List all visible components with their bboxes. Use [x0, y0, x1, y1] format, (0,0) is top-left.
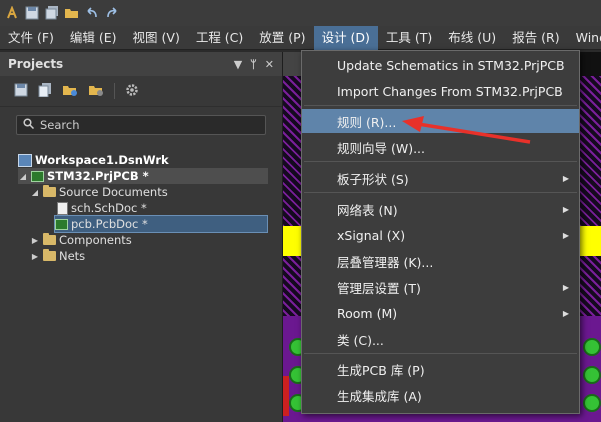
document-tab[interactable] [283, 52, 301, 76]
menu-separator [304, 105, 577, 106]
tree-components[interactable]: ▶ Components [30, 232, 132, 248]
annotation-arrow-icon [402, 116, 531, 144]
tree-project-label: STM32.PrjPCB * [47, 169, 149, 183]
pin-icon[interactable]: ᛘ [250, 58, 257, 71]
menu-make-integrated-library[interactable]: 生成集成库 (A) [302, 383, 579, 407]
search-placeholder: Search [40, 118, 80, 132]
tree-sch-label: sch.SchDoc * [71, 201, 147, 215]
menu-file[interactable]: 文件 (F) [0, 26, 62, 50]
menu-project[interactable]: 工程 (C) [188, 26, 251, 50]
schematic-doc-icon [57, 201, 68, 215]
menu-classes[interactable]: 类 (C)... [302, 327, 579, 351]
toolbar-separator [114, 83, 115, 99]
menu-xsignal[interactable]: xSignal (X) ▶ [302, 223, 579, 247]
pcb-pad [583, 366, 601, 384]
folder-icon [43, 233, 56, 245]
submenu-arrow-icon: ▶ [562, 308, 569, 318]
menu-board-shape[interactable]: 板子形状 (S) ▶ [302, 166, 579, 190]
menu-view[interactable]: 视图 (V) [125, 26, 188, 50]
menu-layer-stack-manager[interactable]: 层叠管理器 (K)... [302, 249, 579, 273]
folder-add-icon[interactable] [62, 83, 78, 100]
submenu-arrow-icon: ▶ [562, 230, 569, 240]
pcb-project-icon [31, 170, 44, 182]
pcb-pad [583, 338, 601, 356]
expand-arrow-icon[interactable]: ◢ [30, 188, 40, 197]
menu-tools[interactable]: 工具 (T) [378, 26, 440, 50]
copy-doc-icon[interactable] [38, 82, 52, 100]
tree-source-documents[interactable]: ◢ Source Documents [30, 184, 168, 200]
menu-import-changes[interactable]: Import Changes From STM32.PrjPCB [302, 79, 579, 103]
menu-room[interactable]: Room (M) ▶ [302, 301, 579, 325]
save-all-icon[interactable] [44, 5, 60, 21]
save-icon[interactable] [24, 5, 40, 21]
collapse-arrow-icon[interactable]: ▶ [30, 236, 40, 245]
save-project-icon[interactable] [14, 83, 28, 100]
folder-icon [43, 249, 56, 261]
panel-title: Projects [8, 57, 64, 71]
panel-menu-icon[interactable]: ▼ [234, 58, 242, 71]
undo-icon[interactable] [84, 5, 100, 21]
panel-header: Projects ▼ ᛘ ✕ [0, 52, 282, 76]
submenu-arrow-icon: ▶ [562, 204, 569, 214]
tree-pcb-label: pcb.PcbDoc * [71, 217, 148, 231]
menu-make-pcb-library[interactable]: 生成PCB 库 (P) [302, 357, 579, 381]
menu-update-schematics[interactable]: Update Schematics in STM32.PrjPCB [302, 53, 579, 77]
menu-route[interactable]: 布线 (U) [440, 26, 504, 50]
menu-separator [304, 353, 577, 354]
expand-arrow-icon[interactable]: ◢ [18, 172, 28, 181]
workspace-icon [18, 153, 32, 167]
tree-workspace-label: Workspace1.DsnWrk [35, 153, 169, 167]
tree-source-label: Source Documents [59, 185, 168, 199]
design-dropdown-menu: Update Schematics in STM32.PrjPCB Import… [301, 50, 580, 414]
collapse-arrow-icon[interactable]: ▶ [30, 252, 40, 261]
menu-separator [304, 192, 577, 193]
menu-design[interactable]: 设计 (D) [313, 25, 378, 50]
tree-nets-label: Nets [59, 249, 86, 263]
tree-pcb-doc[interactable]: pcb.PcbDoc * [54, 215, 268, 233]
projects-panel: Projects ▼ ᛘ ✕ Search Workspace1.DsnWrk … [0, 52, 283, 422]
search-input[interactable]: Search [16, 115, 266, 135]
tree-workspace[interactable]: Workspace1.DsnWrk [18, 152, 169, 168]
search-icon [23, 118, 35, 132]
gear-icon[interactable] [125, 83, 139, 100]
pcb-doc-icon [55, 218, 68, 230]
folder-icon [43, 185, 56, 197]
submenu-arrow-icon: ▶ [562, 282, 569, 292]
folder-settings-icon[interactable] [88, 83, 104, 100]
open-icon[interactable] [64, 5, 80, 21]
quick-access-toolbar [0, 0, 601, 26]
menu-reports[interactable]: 报告 (R) [504, 26, 567, 50]
menu-edit[interactable]: 编辑 (E) [62, 26, 125, 50]
redo-icon[interactable] [104, 5, 120, 21]
tree-project[interactable]: ◢ STM32.PrjPCB * [18, 168, 268, 184]
menu-separator [304, 161, 577, 162]
close-icon[interactable]: ✕ [265, 58, 274, 71]
panel-toolbar [0, 76, 282, 107]
pcb-pad [583, 394, 601, 412]
tree-components-label: Components [59, 233, 132, 247]
menu-window[interactable]: Window [568, 26, 601, 50]
menu-place[interactable]: 放置 (P) [251, 26, 313, 50]
menu-netlist[interactable]: 网络表 (N) ▶ [302, 197, 579, 221]
menu-manage-layer-sets[interactable]: 管理层设置 (T) ▶ [302, 275, 579, 299]
tree-sch-doc[interactable]: sch.SchDoc * [57, 200, 147, 216]
submenu-arrow-icon: ▶ [562, 173, 569, 183]
red-trace [283, 376, 289, 416]
menu-bar: 文件 (F) 编辑 (E) 视图 (V) 工程 (C) 放置 (P) 设计 (D… [0, 25, 601, 50]
app-icon[interactable] [4, 5, 20, 21]
tree-nets[interactable]: ▶ Nets [30, 248, 85, 264]
